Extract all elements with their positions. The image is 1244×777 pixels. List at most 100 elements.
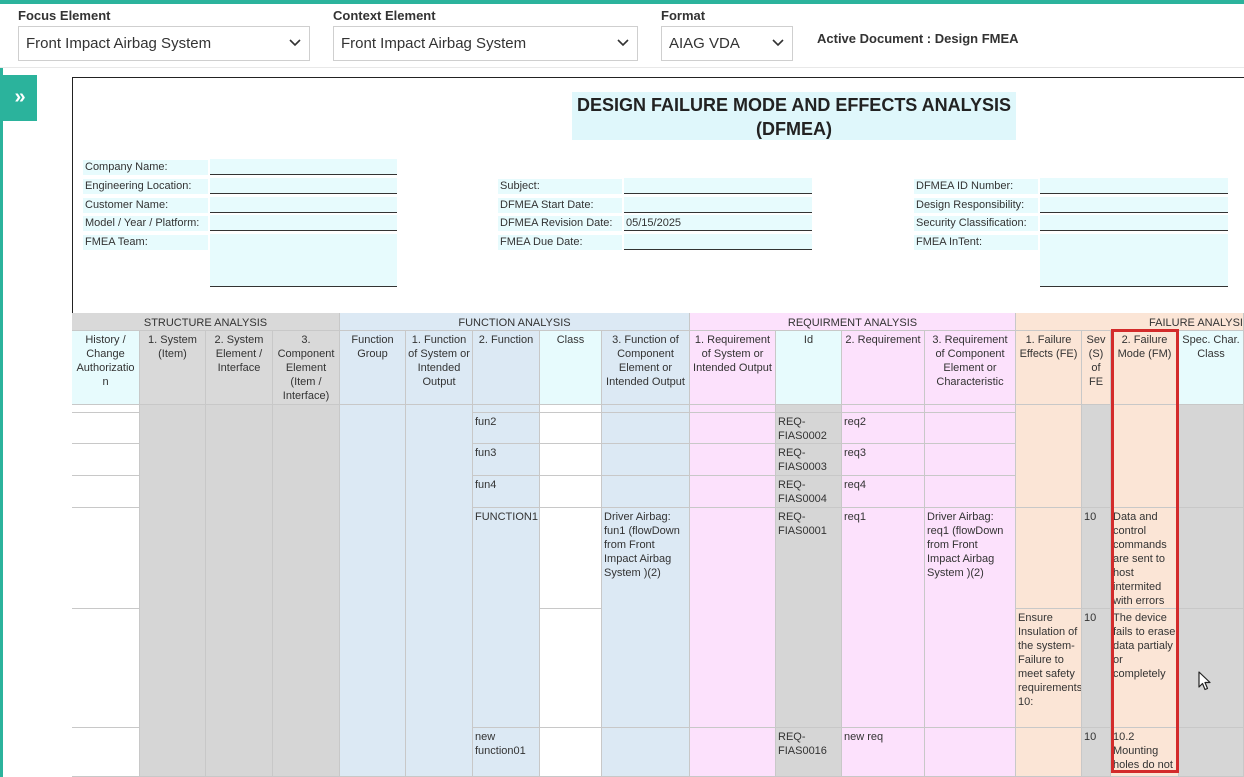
- table-cell[interactable]: [72, 476, 140, 508]
- chevron-down-icon: [289, 27, 301, 72]
- table-cell[interactable]: [540, 609, 602, 728]
- table-cell[interactable]: [140, 405, 206, 777]
- table-cell[interactable]: [1179, 508, 1244, 609]
- table-cell[interactable]: [690, 508, 776, 728]
- dfmea-start-date-field[interactable]: [624, 197, 812, 213]
- group-failure-analysis: FAILURE ANALYSI: [1016, 313, 1244, 331]
- subject-field[interactable]: [624, 178, 812, 194]
- table-cell[interactable]: [273, 405, 340, 777]
- table-cell-id[interactable]: REQ-FIAS0016: [776, 728, 842, 777]
- col-function: 2. Function: [473, 331, 540, 405]
- table-cell-function[interactable]: fun3: [473, 444, 540, 476]
- table-cell-failure-effects[interactable]: Ensure Insulation of the system- Failure…: [1016, 609, 1082, 728]
- fmea-team-label: FMEA Team:: [83, 235, 208, 250]
- table-cell[interactable]: [72, 728, 140, 777]
- table-cell[interactable]: [925, 444, 1016, 476]
- table-cell[interactable]: [1016, 728, 1082, 777]
- table-cell[interactable]: [925, 413, 1016, 444]
- company-name-field[interactable]: [210, 159, 397, 175]
- table-cell-requirement[interactable]: req1: [842, 508, 925, 728]
- col-system-element: 2. System Element / Interface: [206, 331, 273, 405]
- table-cell-requirement-of-component[interactable]: Driver Airbag: req1 (flowDown from Front…: [925, 508, 1016, 728]
- col-function-of-component: 3. Function of Component Element or Inte…: [602, 331, 690, 405]
- table-cell[interactable]: [1082, 405, 1111, 508]
- table-cell[interactable]: [206, 405, 273, 777]
- table-cell[interactable]: [602, 444, 690, 476]
- table-cell[interactable]: [540, 405, 602, 413]
- table-cell[interactable]: [72, 405, 140, 413]
- dfmea-id-number-field[interactable]: [1040, 178, 1228, 194]
- table-cell-function[interactable]: new function01: [473, 728, 540, 777]
- table-cell-requirement[interactable]: new req: [842, 728, 925, 777]
- table-cell[interactable]: [473, 405, 540, 413]
- table-cell-function[interactable]: fun4: [473, 476, 540, 508]
- table-cell-requirement[interactable]: req3: [842, 444, 925, 476]
- table-cell-severity[interactable]: 10: [1082, 508, 1111, 609]
- table-cell[interactable]: [690, 444, 776, 476]
- dfmea-revision-date-field[interactable]: 05/15/2025: [624, 215, 812, 231]
- table-cell[interactable]: [776, 405, 842, 413]
- table-cell[interactable]: [1179, 405, 1244, 508]
- customer-name-field[interactable]: [210, 197, 397, 213]
- fmea-team-field[interactable]: [210, 234, 397, 287]
- table-cell-id[interactable]: REQ-FIAS0003: [776, 444, 842, 476]
- table-cell[interactable]: [690, 413, 776, 444]
- table-cell-function[interactable]: FUNCTION1: [473, 508, 540, 728]
- table-cell-severity[interactable]: 10: [1082, 609, 1111, 728]
- table-cell[interactable]: [925, 405, 1016, 413]
- table-cell[interactable]: [406, 405, 473, 777]
- table-cell[interactable]: [1179, 609, 1244, 728]
- table-cell-id[interactable]: REQ-FIAS0001: [776, 508, 842, 728]
- table-cell[interactable]: [690, 728, 776, 777]
- table-cell[interactable]: [690, 405, 776, 413]
- fmea-due-date-field[interactable]: [624, 234, 812, 250]
- table-cell[interactable]: [540, 476, 602, 508]
- table-cell-id[interactable]: REQ-FIAS0004: [776, 476, 842, 508]
- table-cell[interactable]: [72, 508, 140, 609]
- table-cell[interactable]: [602, 405, 690, 413]
- format-label: Format: [661, 8, 706, 23]
- table-cell[interactable]: [540, 444, 602, 476]
- table-cell[interactable]: [1111, 405, 1179, 508]
- table-cell[interactable]: [72, 413, 140, 444]
- table-cell[interactable]: [1016, 405, 1082, 508]
- table-cell[interactable]: [72, 444, 140, 476]
- format-select[interactable]: AIAG VDA: [661, 26, 793, 61]
- table-cell[interactable]: [540, 413, 602, 444]
- fmea-intent-field[interactable]: [1040, 234, 1228, 287]
- expand-panel-button[interactable]: »: [3, 75, 37, 121]
- table-cell[interactable]: [602, 413, 690, 444]
- table-cell[interactable]: [1016, 508, 1082, 609]
- table-cell-failure-mode[interactable]: The device fails to erase data partialy …: [1111, 609, 1179, 728]
- table-cell[interactable]: [540, 728, 602, 777]
- table-cell-function[interactable]: fun2: [473, 413, 540, 444]
- focus-element-select[interactable]: Front Impact Airbag System: [18, 26, 310, 61]
- engineering-location-field[interactable]: [210, 178, 397, 194]
- table-cell-id[interactable]: REQ-FIAS0002: [776, 413, 842, 444]
- table-cell[interactable]: [925, 476, 1016, 508]
- table-cell[interactable]: [690, 476, 776, 508]
- table-cell[interactable]: [540, 508, 602, 609]
- group-requirement-analysis: REQUIRMENT ANALYSIS: [690, 313, 1016, 331]
- table-cell[interactable]: [602, 728, 690, 777]
- table-cell-requirement[interactable]: req4: [842, 476, 925, 508]
- col-function-of-system: 1. Function of System or Intended Output: [406, 331, 473, 405]
- table-cell[interactable]: [1179, 728, 1244, 777]
- context-element-value: Front Impact Airbag System: [341, 35, 527, 52]
- table-cell-failure-mode[interactable]: Data and control commands are sent to ho…: [1111, 508, 1179, 609]
- security-classification-field[interactable]: [1040, 215, 1228, 231]
- model-year-platform-field[interactable]: [210, 215, 397, 231]
- table-cell[interactable]: [602, 476, 690, 508]
- table-cell-failure-mode[interactable]: 10.2 Mounting holes do not: [1111, 728, 1179, 777]
- table-cell[interactable]: [842, 405, 925, 413]
- table-cell[interactable]: [340, 405, 406, 777]
- table-cell[interactable]: [925, 728, 1016, 777]
- table-cell-requirement[interactable]: req2: [842, 413, 925, 444]
- table-cell-severity[interactable]: 10: [1082, 728, 1111, 777]
- active-document-label: Active Document : Design FMEA: [817, 31, 1019, 46]
- design-responsibility-field[interactable]: [1040, 197, 1228, 213]
- table-cell[interactable]: [72, 609, 140, 728]
- format-value: AIAG VDA: [669, 35, 740, 52]
- table-cell-function-of-component[interactable]: Driver Airbag: fun1 (flowDown from Front…: [602, 508, 690, 728]
- context-element-select[interactable]: Front Impact Airbag System: [333, 26, 638, 61]
